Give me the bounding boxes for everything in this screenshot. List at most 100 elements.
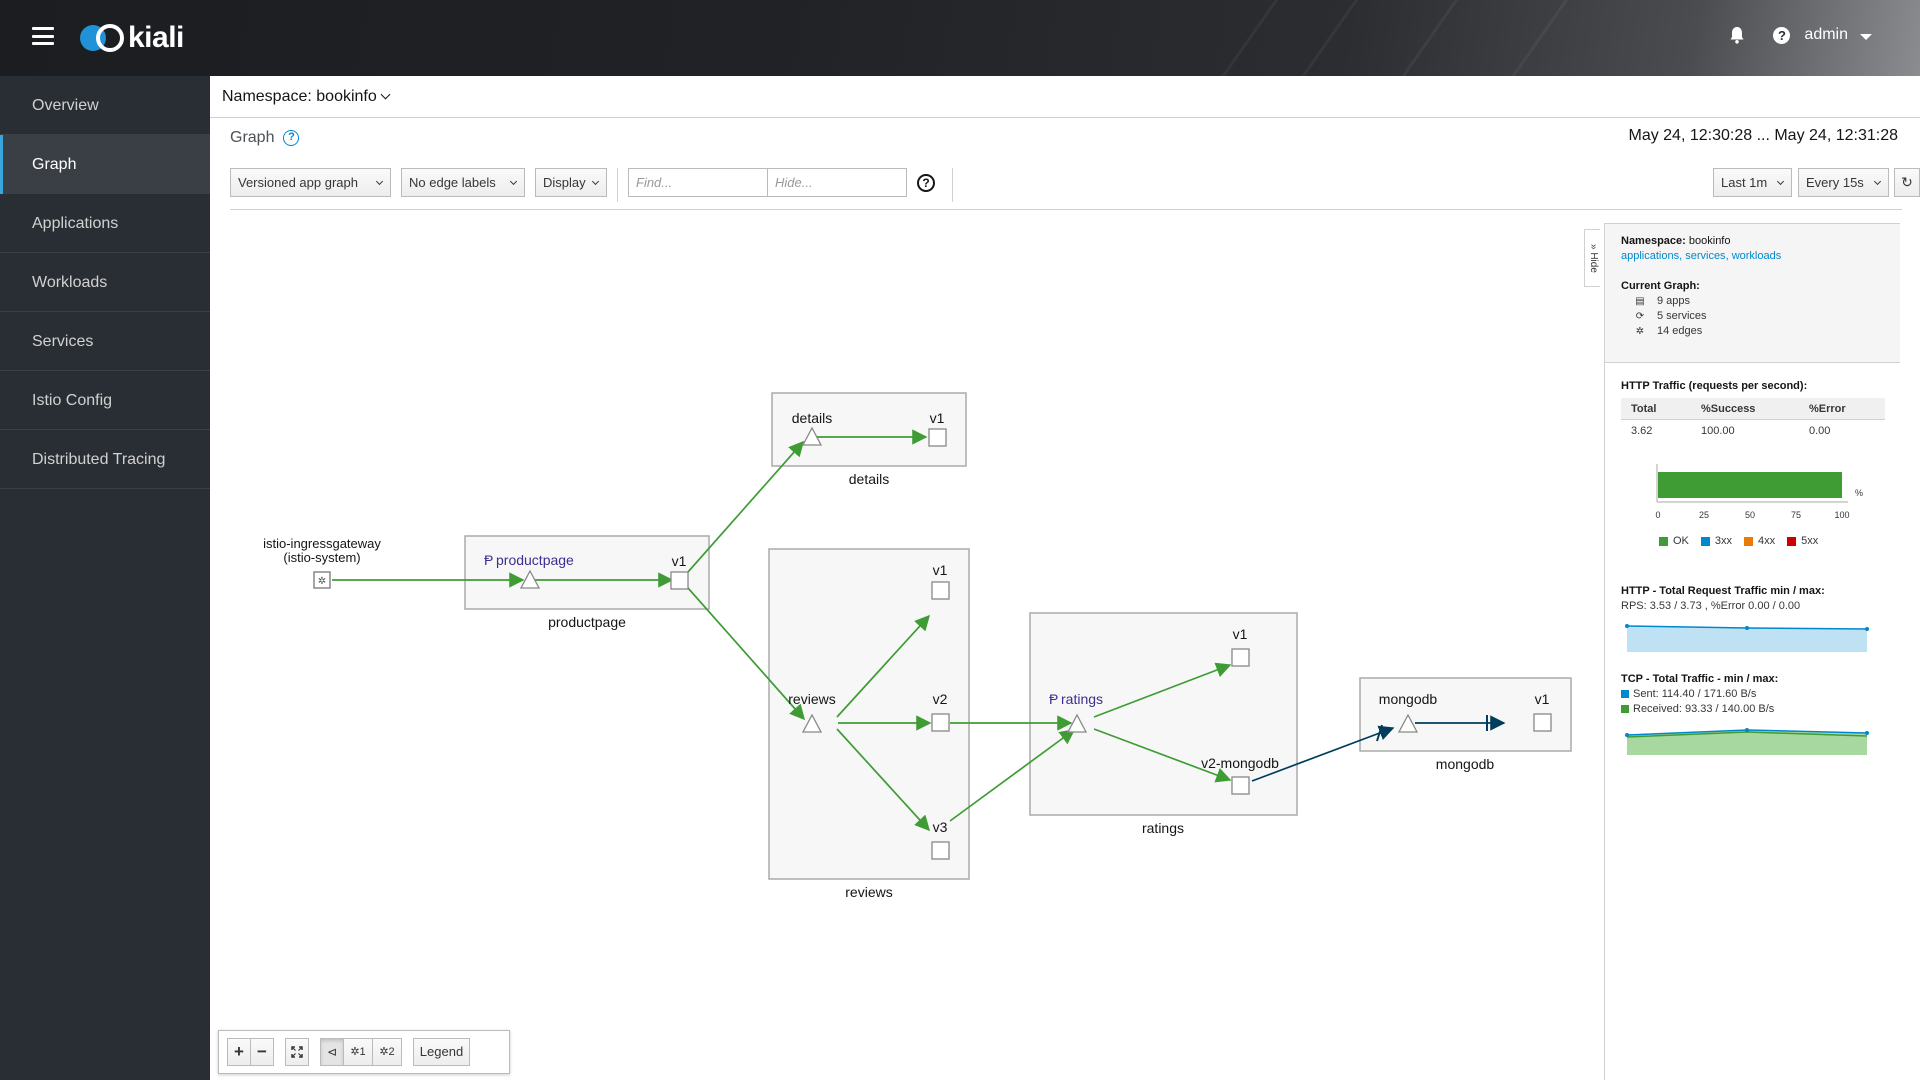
hide-panel-toggle[interactable]: » Hide	[1584, 229, 1600, 287]
layout-1-label: 1	[359, 1046, 366, 1058]
masthead-decoration	[1200, 0, 1283, 76]
node-label-reviews-v2: v2	[933, 691, 948, 707]
workloads-link[interactable]: workloads	[1732, 250, 1782, 262]
sidebar-item-applications[interactable]: Applications	[0, 194, 210, 253]
layout-2-button[interactable]: ✲2	[372, 1038, 402, 1066]
time-range-text: May 24, 12:30:28 ... May 24, 12:31:28	[1628, 127, 1898, 144]
refresh-interval-dropdown[interactable]: Every 15s	[1798, 168, 1889, 197]
namespace-label: Namespace:	[1621, 235, 1686, 247]
current-graph-label: Current Graph:	[1621, 280, 1700, 292]
group-ratings[interactable]: ratings	[1029, 612, 1298, 836]
chevron-down-icon	[1873, 177, 1882, 186]
group-label-reviews: reviews	[845, 884, 892, 900]
sidebar-item-istio-config[interactable]: Istio Config	[0, 371, 210, 430]
edges-icon: ✲	[1635, 325, 1645, 337]
kiali-logo[interactable]: kiali	[80, 20, 184, 56]
table-row: 3.62 100.00 0.00	[1621, 420, 1885, 442]
layout-default-button[interactable]: ⊲	[320, 1038, 344, 1066]
edge-labels-label: No edge labels	[409, 175, 496, 190]
legend-5xx: 5xx	[1801, 535, 1819, 547]
duration-dropdown[interactable]: Last 1m	[1713, 168, 1792, 197]
node-label-productpage-v1: v1	[672, 553, 687, 569]
zoom-in-icon: +	[234, 1042, 244, 1061]
virtual-service-icon: Ᵽ	[484, 552, 493, 568]
status-legend: OK 3xx 4xx 5xx	[1659, 535, 1884, 547]
layout-1-button[interactable]: ✲1	[343, 1038, 373, 1066]
legend-swatch-sent	[1621, 690, 1629, 698]
legend-swatch-received	[1621, 705, 1629, 713]
zoom-out-button[interactable]: −	[250, 1038, 274, 1066]
http-sparkline-title: HTTP - Total Request Traffic min / max:	[1621, 585, 1825, 597]
kiali-logo-icon	[80, 23, 124, 53]
legend-4xx: 4xx	[1758, 535, 1776, 547]
sidebar: Overview Graph Applications Workloads Se…	[0, 76, 210, 1080]
tcp-sparkline-title: TCP - Total Traffic - min / max:	[1621, 673, 1779, 685]
help-icon[interactable]: ?	[283, 130, 300, 146]
layout-default-icon: ⊲	[326, 1045, 338, 1059]
apps-count: 9 apps	[1657, 295, 1691, 307]
hamburger-menu-icon[interactable]	[32, 27, 54, 45]
sidebar-item-overview[interactable]: Overview	[0, 76, 210, 135]
node-label-ratings-v1: v1	[1233, 626, 1248, 642]
expand-icon	[291, 1046, 303, 1058]
node-label-reviews-v1: v1	[933, 562, 948, 578]
sidebar-item-services[interactable]: Services	[0, 312, 210, 371]
sidebar-item-graph[interactable]: Graph	[0, 135, 210, 194]
ok-bar	[1658, 472, 1842, 498]
table-header-success: %Success	[1701, 403, 1756, 415]
apps-icon: ▤	[1635, 295, 1645, 307]
hide-input[interactable]	[767, 168, 907, 197]
user-menu[interactable]: admin	[1804, 26, 1848, 44]
main-content: Namespace: bookinfo Graph ? May 24, 12:3…	[210, 76, 1920, 1080]
masthead-decoration	[1490, 0, 1573, 76]
sidebar-item-distributed-tracing[interactable]: Distributed Tracing	[0, 430, 210, 489]
namespace-bar: Namespace: bookinfo	[210, 76, 1920, 118]
legend-swatch-ok	[1659, 536, 1668, 546]
chevron-down-icon[interactable]	[380, 89, 391, 100]
legend-button[interactable]: Legend	[413, 1038, 470, 1066]
services-link[interactable]: services	[1685, 250, 1725, 262]
http-sparkline-subtitle: RPS: 3.53 / 3.73 , %Error 0.00 / 0.00	[1621, 600, 1801, 612]
node-label-reviews-v3: v3	[933, 819, 948, 835]
bar-tick: 0	[1655, 510, 1660, 520]
help-icon[interactable]: ?	[1773, 26, 1791, 44]
node-label-mongodb: mongodb	[1379, 691, 1438, 707]
table-cell-error: 0.00	[1809, 425, 1831, 437]
edges-count: 14 edges	[1657, 325, 1703, 337]
services-icon: ⟳	[1635, 310, 1645, 322]
tcp-sent: Sent: 114.40 / 171.60 B/s	[1633, 688, 1757, 700]
services-count: 5 services	[1657, 310, 1707, 322]
sidebar-item-workloads[interactable]: Workloads	[0, 253, 210, 312]
graph-controls: + − ⊲ ✲1 ✲2 Legend	[218, 1030, 510, 1074]
node-label-ratings-v2-mongodb: v2-mongodb	[1201, 755, 1279, 771]
namespace-summary: Namespace: bookinfo applications, servic…	[1605, 224, 1900, 363]
http-traffic-title: HTTP Traffic (requests per second):	[1621, 380, 1808, 392]
graph-type-label: Versioned app graph	[238, 175, 358, 190]
table-header-error: %Error	[1809, 403, 1846, 415]
node-label-ingress-namespace: (istio-system)	[283, 550, 360, 565]
legend-swatch-4xx	[1744, 536, 1754, 546]
graph-type-dropdown[interactable]: Versioned app graph	[230, 168, 391, 197]
chevron-down-icon	[591, 177, 600, 186]
display-dropdown[interactable]: Display	[535, 168, 607, 197]
bar-tick: 50	[1745, 510, 1755, 520]
fit-to-screen-button[interactable]	[285, 1038, 309, 1066]
node-label-ratings: ratings	[1061, 691, 1103, 707]
namespace-dropdown[interactable]: Namespace: bookinfo	[222, 78, 377, 116]
find-input[interactable]	[628, 168, 768, 197]
find-help-icon[interactable]: ?	[917, 174, 935, 192]
bell-icon[interactable]	[1729, 26, 1745, 44]
edge-labels-dropdown[interactable]: No edge labels	[401, 168, 525, 197]
display-label: Display	[543, 175, 586, 190]
zoom-in-button[interactable]: +	[227, 1038, 251, 1066]
group-label-mongodb: mongodb	[1436, 756, 1495, 772]
toolbar-divider	[952, 168, 953, 202]
applications-link[interactable]: applications	[1621, 250, 1679, 262]
user-menu-caret-icon[interactable]	[1860, 33, 1872, 40]
bar-unit: %	[1855, 488, 1863, 498]
service-graph[interactable]: details productpage reviews ratings mong…	[210, 211, 1590, 1080]
namespace-value: bookinfo	[1688, 235, 1731, 247]
http-status-bar-chart: % 0 25 50 75 100	[1655, 464, 1863, 520]
node-label-mongodb-v1: v1	[1535, 691, 1550, 707]
refresh-button[interactable]: ↻	[1894, 168, 1920, 197]
